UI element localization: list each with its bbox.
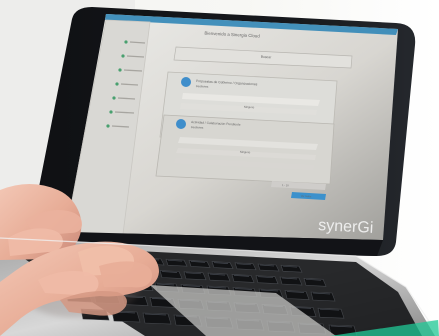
card-2-icon [176,119,186,129]
card-1-subtitle: Gestiones [196,84,209,89]
card-2-subtitle: Gestiones [191,125,204,130]
search-placeholder: Buscar [261,55,273,60]
brand-logo: synerGi [318,217,374,237]
card-1-icon [181,77,191,87]
view-all-button-label: Ver todos [301,195,312,199]
card-1-empty-message: Ninguno [244,105,255,110]
laptop-photo: Bienvenido a Sinergia Cloud Buscar Propu… [0,7,439,336]
right-hand-finger-2 [99,261,152,288]
photo-scene: Bienvenido a Sinergia Cloud Buscar Propu… [0,0,439,336]
pagination-text: 1 - 10 [282,183,289,187]
card-2-empty-message: Ninguno [240,150,251,155]
